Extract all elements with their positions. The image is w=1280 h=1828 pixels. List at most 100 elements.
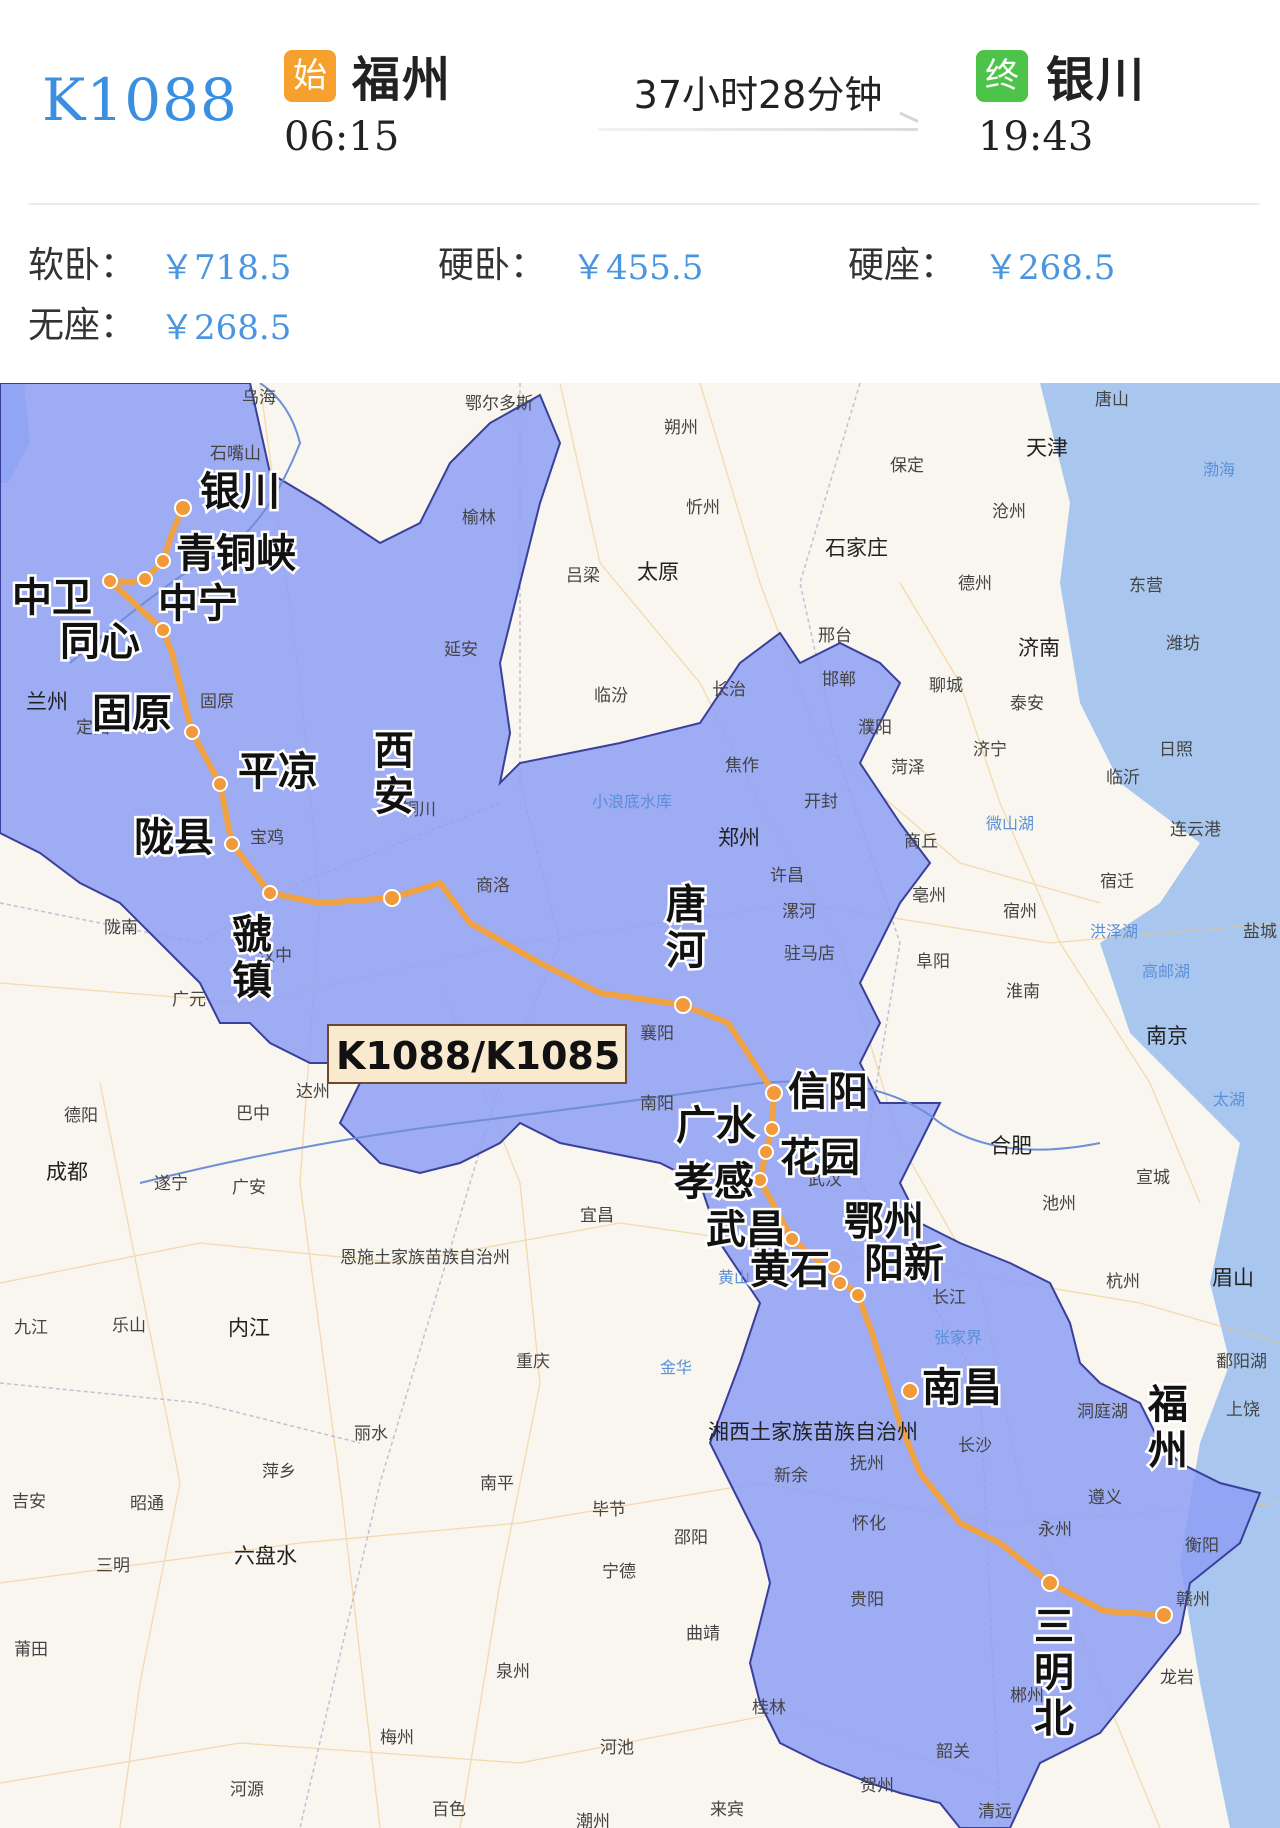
map-city-label: 鄱阳湖 [1216, 1352, 1267, 1372]
map-city-label: 驻马店 [784, 944, 835, 964]
price-value-hard-sleeper: ￥455.5 [572, 248, 704, 288]
stop-label: 银川 [200, 469, 280, 515]
map-city-label: 石嘴山 [210, 444, 261, 464]
stop-label: 中卫 [12, 575, 92, 621]
map-city-label: 桂林 [752, 1698, 786, 1718]
map-city-label: 延安 [444, 640, 478, 660]
route-map[interactable]: 乌海 鄂尔多斯 唐山 朔州 天津 渤海 石嘴山 保定 沧州 榆林 忻州 石家庄 … [0, 383, 1280, 1828]
map-city-label: 怀化 [852, 1514, 886, 1534]
map-city-label: 巴中 [236, 1104, 270, 1124]
map-city-label: 永州 [1038, 1520, 1072, 1540]
map-city-label: 九江 [14, 1318, 48, 1338]
map-water-label: 高邮湖 [1142, 962, 1190, 981]
map-city-label: 三明 [96, 1556, 130, 1576]
map-city-label: 菏泽 [891, 758, 925, 778]
map-city-label: 宿迁 [1100, 872, 1134, 892]
map-city-label: 宿州 [1003, 902, 1037, 922]
train-info-header: K1088 始 福州 06:15 37小时28分钟 终 银川 19:43 软卧：… [0, 0, 1280, 380]
map-city-label: 石家庄 [825, 536, 888, 560]
start-badge: 始 [284, 50, 336, 102]
stop-label: 信阳 [788, 1069, 868, 1115]
map-city-label: 韶关 [936, 1742, 970, 1762]
map-city-label: 吉安 [12, 1492, 46, 1512]
price-label-hard-sleeper: 硬卧： [438, 245, 547, 286]
map-city-label: 百色 [432, 1800, 466, 1820]
map-city-label: 襄阳 [640, 1023, 674, 1044]
map-city-label: 沧州 [992, 502, 1026, 522]
stop-label: 鄂州 [844, 1199, 924, 1245]
stop-label: 青铜峡 [176, 531, 296, 577]
map-city-label: 漯河 [782, 902, 816, 922]
map-city-label: 商丘 [904, 832, 938, 852]
map-city-label: 济南 [1018, 636, 1060, 660]
end-badge: 终 [976, 50, 1028, 102]
map-city-label: 南平 [480, 1474, 514, 1494]
map-city-label: 长治 [712, 680, 746, 700]
map-city-label: 萍乡 [262, 1462, 296, 1482]
arrival-time: 19:43 [978, 114, 1094, 160]
map-city-label: 宁德 [602, 1562, 636, 1582]
travel-duration: 37小时28分钟 [633, 73, 883, 117]
map-city-label: 龙岩 [1160, 1668, 1194, 1688]
stop-label: 花园 [780, 1135, 860, 1181]
map-city-label: 鄂尔多斯 [465, 394, 533, 414]
map-city-label: 洞庭湖 [1077, 1402, 1128, 1422]
map-city-label: 朔州 [664, 418, 698, 438]
map-city-label: 忻州 [686, 498, 720, 518]
map-city-label: 新余 [774, 1466, 808, 1486]
map-water-label: 微山湖 [986, 814, 1034, 833]
map-city-label: 保定 [890, 456, 924, 476]
stop-label: 陇县 [134, 815, 214, 861]
map-city-label: 太原 [637, 560, 679, 584]
map-water-label: 黄山 [718, 1268, 750, 1287]
divider [28, 203, 1260, 205]
map-city-label: 衡阳 [1185, 1536, 1219, 1556]
stop-label: 固原 [92, 691, 172, 737]
map-city-label: 兰州 [26, 690, 68, 714]
map-city-label: 济宁 [973, 740, 1007, 760]
map-city-label: 毕节 [592, 1500, 626, 1520]
map-water-label: 渤海 [1203, 460, 1235, 479]
stop-label: 南昌 [922, 1365, 1002, 1411]
map-city-label: 天津 [1026, 436, 1068, 460]
stop-label: 平凉 [238, 749, 318, 795]
map-city-label: 德州 [958, 574, 992, 594]
map-city-label: 陇南 [104, 918, 138, 938]
map-city-label: 遵义 [1088, 1488, 1122, 1508]
map-city-label: 盐城 [1243, 922, 1277, 942]
map-city-label: 长江 [932, 1288, 966, 1308]
stop-label: 中宁 [158, 581, 238, 627]
stop-label: 广水 [676, 1103, 757, 1149]
map-city-label: 潍坊 [1166, 634, 1200, 654]
map-city-label: 合肥 [990, 1134, 1032, 1158]
map-city-label: 达州 [296, 1082, 330, 1102]
map-city-label: 池州 [1042, 1194, 1076, 1214]
map-city-label: 曲靖 [686, 1624, 720, 1644]
map-city-label: 乐山 [112, 1316, 146, 1336]
stop-label: 唐河 [659, 882, 706, 975]
map-city-label: 开封 [804, 792, 838, 812]
map-city-label: 重庆 [516, 1352, 550, 1372]
map-city-label: 上饶 [1226, 1400, 1260, 1420]
map-city-label: 潮州 [576, 1812, 610, 1828]
map-city-label: 唐山 [1095, 389, 1129, 410]
map-city-label: 东营 [1129, 576, 1163, 596]
stop-label: 三明北 [1027, 1605, 1074, 1743]
map-city-label: 淮南 [1006, 982, 1040, 1002]
map-city-label: 许昌 [770, 866, 804, 886]
map-city-label: 邯郸 [822, 670, 856, 690]
map-city-label: 长沙 [958, 1436, 992, 1456]
map-canvas: 乌海 鄂尔多斯 唐山 朔州 天津 渤海 石嘴山 保定 沧州 榆林 忻州 石家庄 … [0, 383, 1280, 1828]
destination-station: 银川 [1046, 52, 1147, 108]
map-city-label: 杭州 [1106, 1272, 1140, 1292]
map-water-label: 小浪底水库 [592, 792, 672, 811]
stop-label: 孝感 [674, 1159, 754, 1205]
stop-label: 虢镇 [225, 913, 272, 1005]
map-city-label: 邵阳 [674, 1528, 708, 1548]
map-city-label: 内江 [228, 1316, 270, 1340]
map-city-label: 乌海 [242, 388, 276, 408]
map-city-label: 聊城 [929, 676, 963, 696]
map-water-label: 太湖 [1213, 1090, 1245, 1109]
origin-station: 福州 [352, 52, 453, 108]
map-city-label: 亳州 [912, 886, 946, 906]
